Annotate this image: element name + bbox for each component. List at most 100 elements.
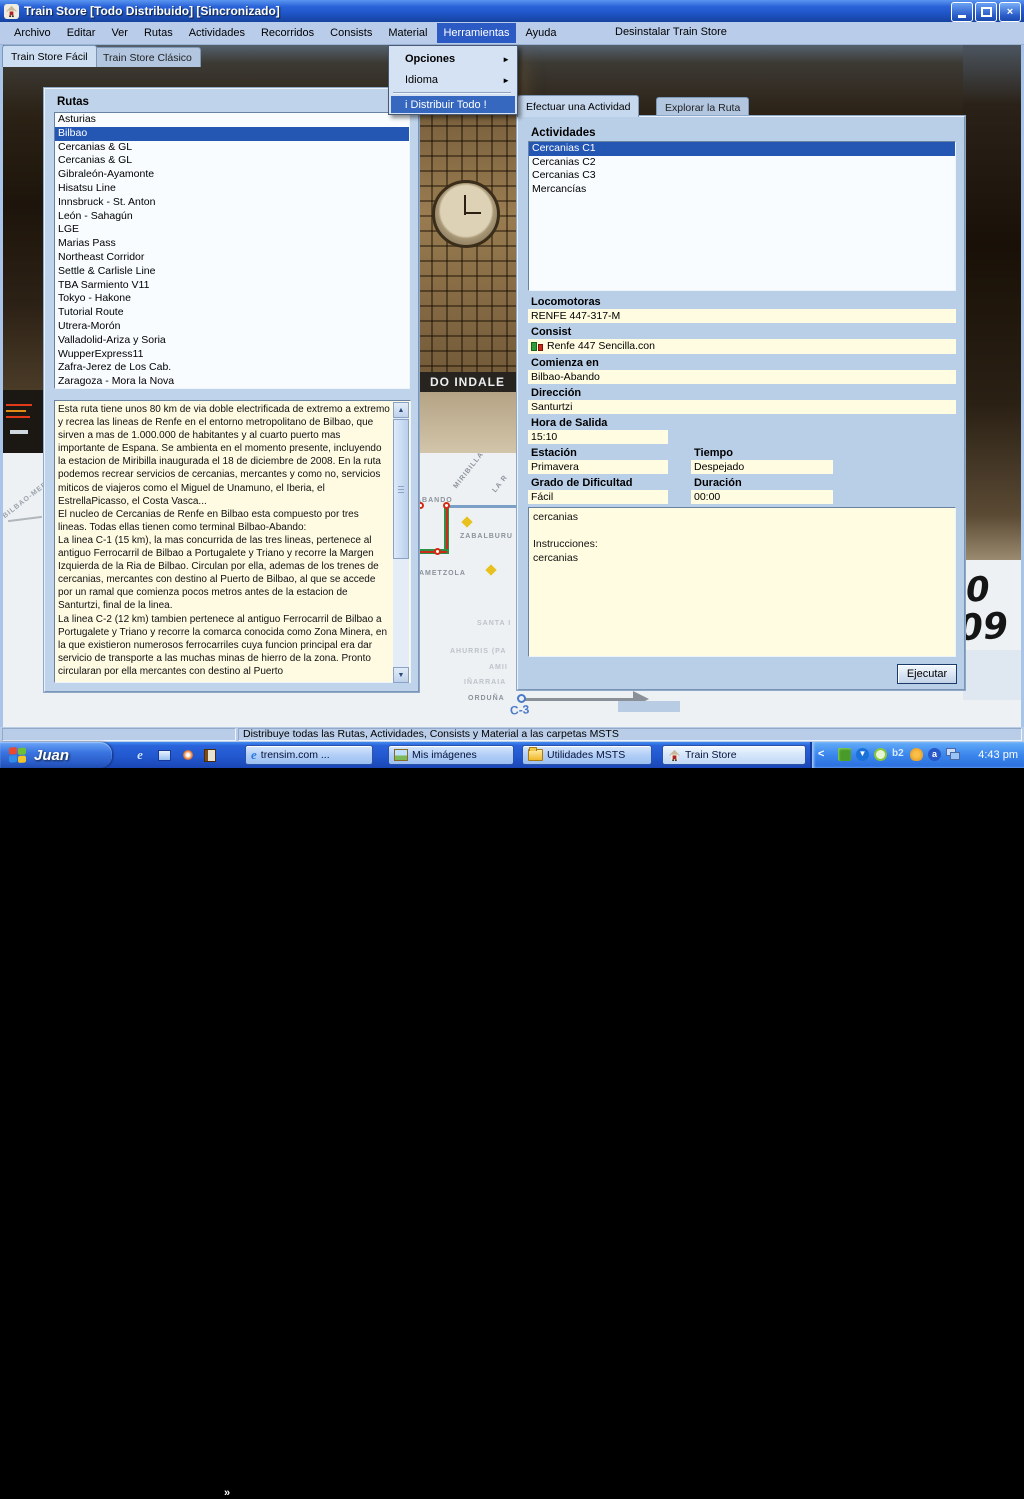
tab-explorar-ruta[interactable]: Explorar la Ruta bbox=[656, 97, 749, 117]
menu-material[interactable]: Material bbox=[382, 23, 433, 43]
taskbar-button-mis-imagenes[interactable]: Mis imágenes bbox=[388, 745, 514, 765]
duracion-value: 00:00 bbox=[691, 490, 833, 504]
tab-train-store-facil[interactable]: Train Store Fácil bbox=[2, 45, 97, 67]
list-item[interactable]: Northeast Corridor bbox=[55, 251, 409, 265]
menu-actividades[interactable]: Actividades bbox=[183, 23, 251, 43]
route-description-text: Esta ruta tiene unos 80 km de via doble … bbox=[58, 403, 390, 679]
list-item[interactable]: Valladolid-Ariza y Soria bbox=[55, 334, 409, 348]
grado-label: Grado de Dificultad bbox=[531, 477, 632, 489]
instructions-box: cercanias Instrucciones: cercanias bbox=[528, 507, 956, 657]
list-item[interactable]: Innsbruck - St. Anton bbox=[55, 196, 409, 210]
map-marker-icon bbox=[485, 564, 496, 575]
menu-item-idioma[interactable]: Idioma ► bbox=[391, 70, 515, 90]
ie-quicklaunch-icon[interactable]: e bbox=[132, 747, 148, 763]
b2-tray-icon[interactable]: b2 bbox=[892, 748, 905, 761]
menu-item-label: Idioma bbox=[405, 74, 438, 86]
menu-bar: Archivo Editar Ver Rutas Actividades Rec… bbox=[0, 22, 1024, 45]
taskbar-button-trensim[interactable]: e trensim.com ... bbox=[245, 745, 373, 765]
scroll-down-icon[interactable]: ▼ bbox=[393, 667, 409, 683]
scrollbar-thumb[interactable] bbox=[393, 419, 409, 559]
list-item[interactable]: Marias Pass bbox=[55, 237, 409, 251]
restore-button[interactable] bbox=[975, 2, 997, 22]
start-button[interactable]: Juan bbox=[0, 742, 112, 768]
start-label: Juan bbox=[34, 747, 69, 764]
folder-icon bbox=[528, 749, 543, 761]
direccion-value: Santurtzi bbox=[528, 400, 956, 414]
map-line-red-h bbox=[417, 551, 447, 553]
menu-consists[interactable]: Consists bbox=[324, 23, 378, 43]
menu-editar[interactable]: Editar bbox=[61, 23, 102, 43]
list-item[interactable]: Hisatsu Line bbox=[55, 182, 409, 196]
taskbar-button-train-store[interactable]: Train Store bbox=[662, 745, 806, 765]
estacion-value: Primavera bbox=[528, 460, 668, 474]
routes-title: Rutas bbox=[57, 96, 89, 108]
status-cell-main: Distribuye todas las Rutas, Actividades,… bbox=[238, 728, 1022, 741]
menu-rutas[interactable]: Rutas bbox=[138, 23, 179, 43]
activities-list[interactable]: Cercanias C1 Cercanias C2 Cercanias C3 M… bbox=[528, 141, 956, 291]
window-title: Train Store [Todo Distribuido] [Sincroni… bbox=[24, 4, 280, 18]
list-item[interactable]: TBA Sarmiento V11 bbox=[55, 279, 409, 293]
menu-herramientas[interactable]: Herramientas bbox=[437, 23, 515, 43]
media-player-icon[interactable] bbox=[180, 747, 196, 763]
tray-collapse-chevron[interactable]: < bbox=[818, 748, 824, 760]
list-item[interactable]: Zafra-Jerez de Los Cab. bbox=[55, 361, 409, 375]
list-item-selected[interactable]: Bilbao bbox=[55, 127, 409, 141]
station-photo-right bbox=[963, 45, 1024, 560]
ribbon-tray-icon[interactable] bbox=[874, 748, 887, 761]
grado-value: Fácil bbox=[528, 490, 668, 504]
title-bar[interactable]: Train Store [Todo Distribuido] [Sincroni… bbox=[0, 0, 1024, 22]
menu-desinstalar[interactable]: Desinstalar Train Store bbox=[615, 26, 727, 38]
menu-archivo[interactable]: Archivo bbox=[8, 23, 57, 43]
taskbar-button-utilidades-msts[interactable]: Utilidades MSTS bbox=[522, 745, 652, 765]
menu-ayuda[interactable]: Ayuda bbox=[520, 23, 563, 43]
menu-item-label: Opciones bbox=[405, 53, 455, 65]
tiempo-value: Despejado bbox=[691, 460, 833, 474]
status-bar: Distribuye todas las Rutas, Actividades,… bbox=[0, 727, 1024, 742]
consist-train-icon bbox=[531, 341, 544, 352]
instructions-text: cercanias Instrucciones: cercanias bbox=[533, 511, 951, 565]
ejecutar-button[interactable]: Ejecutar bbox=[897, 664, 957, 684]
taskbar: Juan e » e trensim.com ... Mis imágenes … bbox=[0, 742, 1024, 768]
menu-item-distribuir-todo[interactable]: i Distribuir Todo ! bbox=[391, 96, 515, 113]
menu-item-opciones[interactable]: Opciones ► bbox=[391, 49, 515, 69]
clock-time[interactable]: 4:43 pm bbox=[978, 749, 1018, 761]
show-desktop-icon[interactable] bbox=[156, 747, 172, 763]
network-tray-icon[interactable] bbox=[946, 748, 959, 761]
list-item[interactable]: Cercanias & GL bbox=[55, 141, 409, 155]
list-item[interactable]: Settle & Carlisle Line bbox=[55, 265, 409, 279]
avg-tray-icon[interactable]: a bbox=[928, 748, 941, 761]
taskbar-button-label: Utilidades MSTS bbox=[547, 749, 625, 761]
close-button[interactable]: × bbox=[999, 2, 1021, 22]
routes-list[interactable]: Asturias Bilbao Cercanias & GL Cercanias… bbox=[54, 112, 410, 389]
list-item-selected[interactable]: Cercanias C1 bbox=[529, 142, 955, 156]
quicklaunch-overflow-chevron[interactable]: » bbox=[224, 1487, 230, 1499]
list-item[interactable]: Cercanias & GL bbox=[55, 154, 409, 168]
list-item[interactable]: Asturias bbox=[55, 113, 409, 127]
list-item[interactable]: Tokyo - Hakone bbox=[55, 292, 409, 306]
tab-efectuar-actividad[interactable]: Efectuar una Actividad bbox=[517, 95, 639, 117]
notes-icon[interactable] bbox=[202, 747, 218, 763]
list-item[interactable]: León - Sahagún bbox=[55, 210, 409, 224]
menu-ver[interactable]: Ver bbox=[105, 23, 134, 43]
list-item[interactable]: Cercanias C2 bbox=[529, 156, 955, 170]
list-item[interactable]: Tutorial Route bbox=[55, 306, 409, 320]
map-label: ZABALBURU bbox=[460, 533, 513, 540]
description-scrollbar[interactable]: ▲ ▼ bbox=[393, 402, 409, 683]
list-item[interactable]: Zaragoza - Mora la Nova bbox=[55, 375, 409, 389]
tab-train-store-clasico[interactable]: Train Store Clásico bbox=[94, 47, 201, 67]
minimize-button[interactable] bbox=[951, 2, 973, 22]
scroll-up-icon[interactable]: ▲ bbox=[393, 402, 409, 418]
list-item[interactable]: Mercancías bbox=[529, 183, 955, 197]
ie-icon: e bbox=[251, 747, 257, 763]
bug-tray-icon[interactable] bbox=[910, 748, 923, 761]
menu-recorridos[interactable]: Recorridos bbox=[255, 23, 320, 43]
nvidia-tray-icon[interactable] bbox=[838, 748, 851, 761]
list-item[interactable]: Gibraleón-Ayamonte bbox=[55, 168, 409, 182]
list-item[interactable]: LGE bbox=[55, 223, 409, 237]
update-tray-icon[interactable]: ▼ bbox=[856, 748, 869, 761]
list-item[interactable]: Cercanias C3 bbox=[529, 169, 955, 183]
submenu-arrow-icon: ► bbox=[502, 55, 510, 64]
list-item[interactable]: Utrera-Morón bbox=[55, 320, 409, 334]
list-item[interactable]: WupperExpress11 bbox=[55, 348, 409, 362]
pictures-folder-icon bbox=[394, 749, 408, 761]
